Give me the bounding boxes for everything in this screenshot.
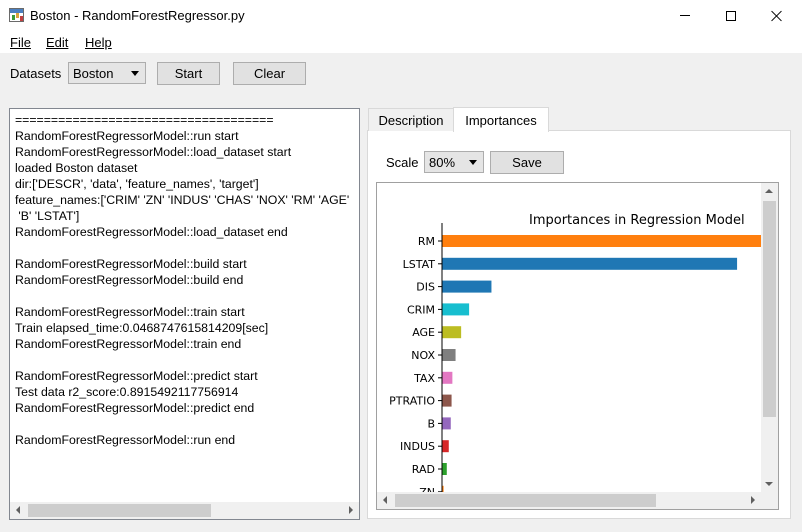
chart-vertical-scrollbar[interactable] xyxy=(761,183,778,492)
close-button[interactable] xyxy=(754,0,800,31)
y-tick-label: PTRATIO xyxy=(389,395,435,408)
log-output[interactable]: ==================================== Ran… xyxy=(9,108,360,520)
y-tick-label: TAX xyxy=(413,372,435,385)
chart-scroll-area[interactable]: Importances in Regression Model RM LSTAT DI… xyxy=(376,182,779,510)
bar-nox xyxy=(442,349,456,361)
log-line: RandomForestRegressorModel::train end xyxy=(15,337,242,351)
title-bar: Boston - RandomForestRegressor.py xyxy=(0,0,802,31)
log-text: ==================================== Ran… xyxy=(15,112,359,448)
log-line: Test data r2_score:0.8915492117756914 xyxy=(15,385,239,399)
log-line: dir:['DESCR', 'data', 'feature_names', '… xyxy=(15,177,259,191)
bar-ptratio xyxy=(442,394,452,407)
log-line: RandomForestRegressorModel::run start xyxy=(15,129,239,143)
chart-horizontal-scrollbar[interactable] xyxy=(377,492,761,509)
y-tick-label: INDUS xyxy=(400,440,435,453)
log-line: RandomForestRegressorModel::build end xyxy=(15,273,244,287)
y-tick-label: DIS xyxy=(416,281,435,294)
y-tick-label: RM xyxy=(418,235,435,248)
menu-file[interactable]: File xyxy=(10,35,31,50)
log-line: ==================================== xyxy=(15,113,274,127)
log-line: RandomForestRegressorModel::load_dataset… xyxy=(15,225,288,239)
dataset-select-value: Boston xyxy=(73,65,114,81)
log-line: RandomForestRegressorModel::load_dataset… xyxy=(15,145,292,159)
scroll-right-icon[interactable] xyxy=(751,496,755,504)
maximize-icon xyxy=(726,10,736,21)
app-icon xyxy=(9,8,24,22)
scroll-down-icon[interactable] xyxy=(765,482,773,486)
log-line: RandomForestRegressorModel::train start xyxy=(15,305,245,319)
log-line: RandomForestRegressorModel::predict end xyxy=(15,401,255,415)
bar-dis xyxy=(442,280,492,293)
y-tick-label: B xyxy=(427,417,435,430)
bar-age xyxy=(442,326,462,339)
importances-chart: Importances in Regression Model RM LSTAT DI… xyxy=(389,213,761,492)
window-title: Boston - RandomForestRegressor.py xyxy=(30,8,245,23)
clear-button[interactable]: Clear xyxy=(233,62,306,85)
log-line: RandomForestRegressorModel::run end xyxy=(15,433,236,447)
minimize-icon xyxy=(680,15,690,16)
scale-select-value: 80% xyxy=(429,154,456,170)
bar-lstat xyxy=(442,257,738,270)
log-line: 'B' 'LSTAT'] xyxy=(15,209,80,223)
bar-rm xyxy=(442,235,761,247)
chart-vscroll-thumb[interactable] xyxy=(763,201,776,417)
scale-label: Scale xyxy=(386,155,419,170)
log-line: feature_names:['CRIM' 'ZN' 'INDUS' 'CHAS… xyxy=(15,193,350,207)
maximize-button[interactable] xyxy=(708,0,754,31)
datasets-label: Datasets xyxy=(10,66,62,81)
scrollbar-corner xyxy=(761,492,778,509)
scroll-up-icon[interactable] xyxy=(765,189,773,193)
close-icon xyxy=(771,10,783,22)
y-tick-label: AGE xyxy=(412,326,435,339)
menu-help[interactable]: Help xyxy=(85,35,112,50)
log-line: loaded Boston dataset xyxy=(15,161,138,175)
menu-edit[interactable]: Edit xyxy=(46,35,68,50)
start-button[interactable]: Start xyxy=(157,62,220,85)
y-tick-label: CRIM xyxy=(407,303,435,316)
bar-indus xyxy=(442,440,449,453)
y-tick-label: LSTAT xyxy=(403,258,436,271)
bar-crim xyxy=(442,303,470,316)
minimize-button[interactable] xyxy=(662,0,708,31)
log-scroll-thumb[interactable] xyxy=(28,504,211,517)
tab-importances[interactable]: Importances xyxy=(453,107,549,132)
scale-select[interactable]: 80% xyxy=(424,151,484,173)
chart-title: Importances in Regression Model xyxy=(529,213,745,228)
chevron-down-icon xyxy=(131,71,139,76)
chart-hscroll-thumb[interactable] xyxy=(395,494,656,507)
scroll-left-icon[interactable] xyxy=(383,496,387,504)
bar-b xyxy=(442,417,451,430)
tab-description[interactable]: Description xyxy=(368,108,454,131)
save-button[interactable]: Save xyxy=(490,151,564,174)
log-line: Train elapsed_time:0.0468747615814209[se… xyxy=(15,321,269,335)
log-horizontal-scrollbar[interactable] xyxy=(10,502,359,519)
bar-rad xyxy=(442,463,447,475)
chevron-down-icon xyxy=(469,160,477,165)
scroll-left-icon[interactable] xyxy=(16,506,20,514)
dataset-select[interactable]: Boston xyxy=(68,62,146,84)
menu-bar: File Edit Help xyxy=(0,31,802,53)
log-line: RandomForestRegressorModel::build start xyxy=(15,257,247,271)
bar-tax xyxy=(442,371,453,384)
y-tick-label: NOX xyxy=(411,349,435,362)
log-line: RandomForestRegressorModel::predict star… xyxy=(15,369,258,383)
scroll-right-icon[interactable] xyxy=(349,506,353,514)
y-tick-label: RAD xyxy=(412,463,435,476)
